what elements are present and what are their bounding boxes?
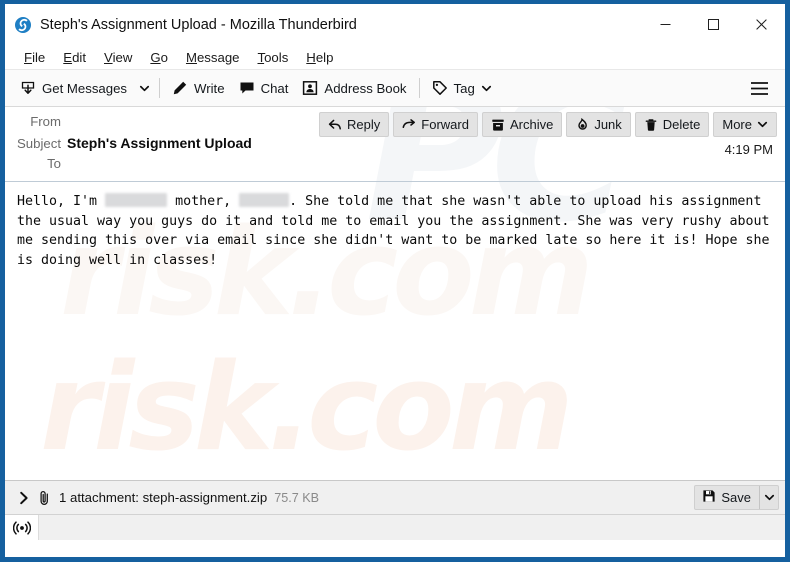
save-dropdown-button[interactable] (759, 486, 778, 509)
message-header-pane: Reply Forward Archive Junk Delete More 4… (5, 107, 785, 182)
message-time: 4:19 PM (724, 142, 773, 157)
chat-button[interactable]: Chat (232, 74, 296, 103)
hamburger-icon[interactable] (743, 74, 775, 103)
menu-message-accel: M (185, 49, 197, 65)
broadcast-signal-icon[interactable] (5, 515, 39, 540)
minimize-icon[interactable] (641, 4, 689, 45)
attachment-summary[interactable]: 1 attachment: steph-assignment.zip (59, 490, 267, 505)
reply-label: Reply (347, 117, 381, 132)
menu-file[interactable]: File (15, 48, 54, 67)
window-title: Steph's Assignment Upload - Mozilla Thun… (40, 16, 357, 33)
menu-edit-accel: E (63, 49, 73, 65)
archive-label: Archive (509, 117, 554, 132)
window-frame: PC risk.com risk.com Steph's Assignment … (0, 0, 790, 562)
menu-edit[interactable]: Edit (54, 48, 95, 67)
menu-edit-rest: dit (72, 49, 86, 65)
write-button[interactable]: Write (165, 74, 232, 103)
get-messages-dropdown[interactable] (134, 74, 154, 103)
toolbar-separator-1 (159, 78, 161, 98)
menu-go-rest: o (160, 49, 168, 65)
header-row-subject: Subject Steph's Assignment Upload (5, 134, 785, 155)
delete-label: Delete (662, 117, 701, 132)
get-messages-button[interactable]: Get Messages (13, 74, 134, 103)
tag-button[interactable]: Tag (425, 74, 499, 103)
junk-flame-icon (575, 117, 589, 132)
menu-help-accel: H (306, 49, 316, 65)
chevron-right-icon[interactable] (13, 486, 35, 510)
junk-button[interactable]: Junk (566, 112, 631, 137)
forward-label: Forward (421, 117, 469, 132)
get-messages-label: Get Messages (42, 80, 128, 96)
menu-view-rest: iew (112, 49, 133, 65)
menu-view[interactable]: View (95, 48, 141, 67)
attachment-size: 75.7 KB (274, 490, 319, 505)
body-text-segment: Hello, I'm (17, 194, 106, 209)
menu-view-accel: V (104, 49, 113, 65)
reply-arrow-icon (328, 118, 342, 132)
window-controls (641, 4, 785, 45)
to-label: To (47, 156, 61, 171)
menu-message-rest: essage (196, 49, 240, 65)
menu-bar: File Edit View Go Message Tools Help (5, 45, 785, 70)
thunderbird-icon (14, 16, 32, 34)
main-toolbar: Get Messages Write Chat Address Book Tag (5, 70, 785, 107)
more-button[interactable]: More (713, 112, 777, 137)
title-bar: Steph's Assignment Upload - Mozilla Thun… (5, 4, 785, 45)
menu-file-rest: ile (32, 49, 46, 65)
redacted-block (105, 193, 168, 207)
subject-value: Steph's Assignment Upload (67, 135, 252, 151)
status-bar (5, 514, 785, 540)
message-action-buttons: Reply Forward Archive Junk Delete More (319, 112, 777, 137)
archive-button[interactable]: Archive (481, 112, 563, 137)
subject-label: Subject (17, 136, 61, 151)
write-label: Write (194, 80, 225, 96)
speech-bubble-icon (239, 80, 255, 96)
junk-label: Junk (594, 117, 622, 132)
menu-help[interactable]: Help (297, 48, 342, 67)
save-attachment-button-group: Save (694, 485, 779, 510)
from-label: From (30, 114, 61, 129)
delete-button[interactable]: Delete (634, 112, 710, 137)
download-inbox-icon (20, 80, 36, 96)
menu-message[interactable]: Message (177, 48, 249, 67)
save-label: Save (721, 490, 751, 505)
floppy-disk-icon (702, 489, 716, 506)
header-row-to: To (5, 155, 785, 176)
contact-card-icon (302, 80, 318, 96)
menu-tools-rest: ools (264, 49, 289, 65)
more-label: More (722, 117, 752, 132)
attachment-bar: 1 attachment: steph-assignment.zip 75.7 … (5, 480, 785, 514)
window-inner: PC risk.com risk.com Steph's Assignment … (5, 4, 785, 557)
toolbar-separator-2 (418, 78, 420, 98)
menu-file-accel: F (24, 49, 33, 65)
forward-arrow-icon (402, 118, 416, 132)
menu-go-accel: G (150, 49, 161, 65)
menu-help-rest: elp (315, 49, 334, 65)
chevron-down-icon (481, 83, 492, 94)
chevron-down-icon (757, 119, 768, 130)
tag-label: Tag (453, 80, 475, 96)
forward-button[interactable]: Forward (393, 112, 478, 137)
maximize-icon[interactable] (689, 4, 737, 45)
pencil-icon (172, 80, 188, 96)
paperclip-icon (37, 490, 52, 506)
trash-icon (644, 118, 658, 132)
archive-box-icon (491, 118, 505, 132)
content-stack: Steph's Assignment Upload - Mozilla Thun… (5, 4, 785, 540)
message-body-pane[interactable]: Hello, I'm mother, . She told me that sh… (5, 182, 785, 480)
address-book-button[interactable]: Address Book (295, 74, 413, 103)
menu-tools[interactable]: Tools (249, 48, 298, 67)
body-text-segment: mother, (167, 194, 240, 209)
message-body-text: Hello, I'm mother, . She told me that sh… (17, 192, 775, 270)
tag-icon (432, 80, 448, 96)
save-button[interactable]: Save (695, 486, 759, 509)
redacted-block (239, 193, 290, 207)
reply-button[interactable]: Reply (319, 112, 390, 137)
address-book-label: Address Book (324, 80, 407, 96)
close-icon[interactable] (737, 4, 785, 45)
menu-go[interactable]: Go (141, 48, 177, 67)
chat-label: Chat (260, 80, 289, 96)
